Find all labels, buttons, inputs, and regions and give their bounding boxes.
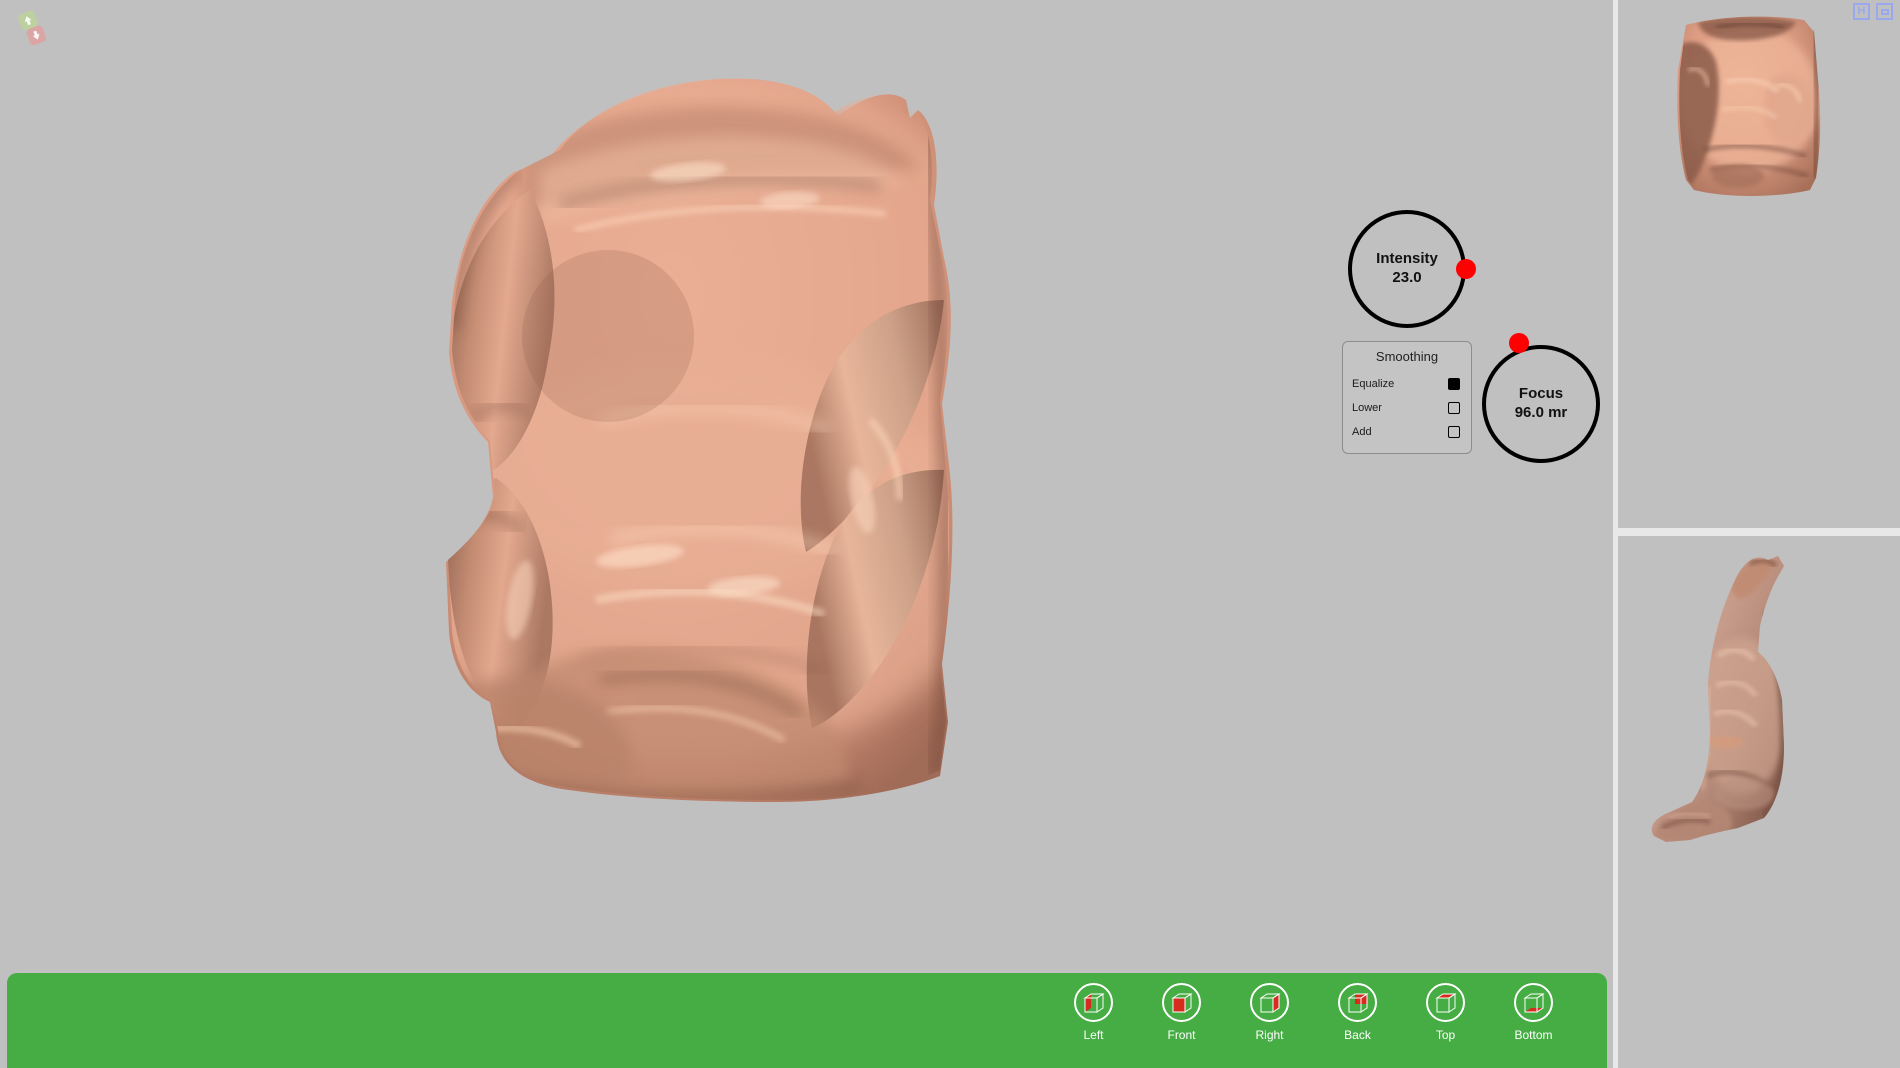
view-button-label: Front	[1167, 1028, 1196, 1042]
lower-checkbox[interactable]	[1448, 402, 1460, 414]
add-checkbox[interactable]	[1448, 426, 1460, 438]
smoothing-option-label: Lower	[1352, 402, 1382, 414]
intensity-dial-label: Intensity	[1376, 249, 1438, 267]
smoothing-option-label: Equalize	[1352, 378, 1395, 390]
focus-dial-value: 96.0 mr	[1514, 404, 1568, 422]
view-button-label: Back	[1344, 1028, 1371, 1042]
intensity-dial-knob[interactable]	[1456, 259, 1476, 279]
corner-icon-group: H	[1853, 3, 1893, 20]
top-view-thumbnail-viewport[interactable]	[1618, 0, 1900, 528]
focus-dial-knob[interactable]	[1509, 333, 1529, 353]
focus-dial-label: Focus	[1518, 384, 1564, 402]
main-3d-viewport[interactable]: Intensity 23.0 Focus 96.0 mr Smoothing E…	[0, 0, 1613, 1068]
application-window: Intensity 23.0 Focus 96.0 mr Smoothing E…	[0, 0, 1900, 1068]
cube-top-icon	[1426, 983, 1465, 1022]
window-level-icon[interactable]	[1876, 3, 1893, 20]
view-button-back[interactable]: Back	[1320, 983, 1395, 1042]
view-button-label: Bottom	[1514, 1028, 1553, 1042]
histogram-icon[interactable]: H	[1853, 3, 1870, 20]
window-level-icon-glyph	[1880, 8, 1889, 15]
top-view-mesh-render	[1677, 16, 1821, 197]
cube-left-icon	[1074, 983, 1113, 1022]
brush-overlay-circle	[522, 250, 694, 422]
view-button-label: Left	[1083, 1028, 1104, 1042]
view-button-left[interactable]: Left	[1056, 983, 1131, 1042]
view-button-top[interactable]: Top	[1408, 983, 1483, 1042]
main-mesh-render	[446, 78, 953, 802]
side-view-thumbnail-viewport[interactable]	[1618, 536, 1900, 1068]
cube-front-icon	[1162, 983, 1201, 1022]
cube-right-icon	[1250, 983, 1289, 1022]
smoothing-option-equalize[interactable]: Equalize	[1343, 372, 1471, 396]
smoothing-option-lower[interactable]: Lower	[1343, 396, 1471, 420]
histogram-icon-glyph: H	[1857, 5, 1866, 17]
view-button-label: Right	[1255, 1028, 1284, 1042]
cube-back-icon	[1338, 983, 1377, 1022]
side-view-mesh-render	[1651, 556, 1785, 842]
view-button-label: Top	[1435, 1028, 1456, 1042]
smoothing-option-add[interactable]: Add	[1343, 420, 1471, 444]
smoothing-panel-title: Smoothing	[1375, 349, 1439, 364]
axis-orientation-gizmo[interactable]	[8, 6, 56, 54]
smoothing-panel: Smoothing Equalize Lower Add	[1342, 341, 1472, 454]
view-button-front[interactable]: Front	[1144, 983, 1219, 1042]
smoothing-option-label: Add	[1352, 426, 1372, 438]
intensity-dial-value: 23.0	[1392, 269, 1422, 287]
cube-bottom-icon	[1514, 983, 1553, 1022]
view-button-right[interactable]: Right	[1232, 983, 1307, 1042]
side-panel-column	[1613, 0, 1900, 1068]
intensity-dial[interactable]: Intensity 23.0	[1348, 210, 1476, 328]
equalize-checkbox[interactable]	[1448, 378, 1460, 390]
view-orientation-buttons: Left Front Right Back Top Bottom	[1056, 983, 1571, 1042]
view-button-bottom[interactable]: Bottom	[1496, 983, 1571, 1042]
bottom-toolbar: Left Front Right Back Top Bottom	[7, 973, 1607, 1068]
focus-dial[interactable]: Focus 96.0 mr	[1482, 333, 1600, 463]
